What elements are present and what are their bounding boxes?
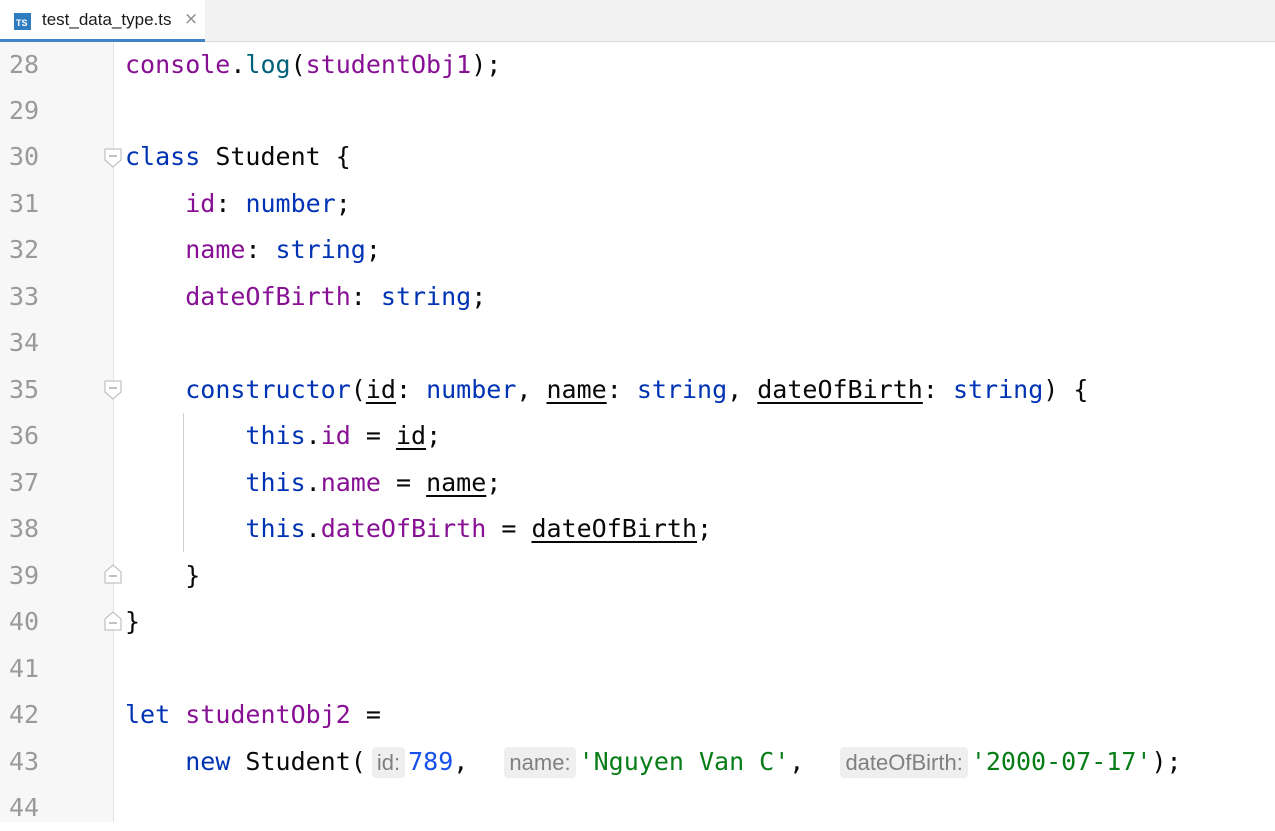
- code-line-38: this.dateOfBirth = dateOfBirth;: [245, 514, 713, 543]
- parameter-hint-name: name:: [504, 747, 576, 778]
- line-number: 43: [9, 747, 40, 776]
- fold-expanded-icon[interactable]: [104, 148, 122, 168]
- close-icon[interactable]: ×: [184, 9, 198, 29]
- code-line-36: this.id = id;: [245, 421, 442, 450]
- fold-expanded-icon[interactable]: [104, 380, 122, 400]
- line-number: 34: [9, 328, 40, 357]
- line-number: 38: [9, 514, 40, 543]
- code-line-37: this.name = name;: [245, 468, 502, 497]
- code-line-40: }: [125, 607, 141, 636]
- line-number: 30: [9, 142, 40, 171]
- line-number: 41: [9, 654, 40, 683]
- line-number: 37: [9, 468, 40, 497]
- line-number: 44: [9, 793, 40, 822]
- tab-test-data-type[interactable]: TS test_data_type.ts ×: [0, 0, 205, 42]
- code-line-31: id: number;: [185, 189, 351, 218]
- code-line-43: new Student(id: 789, name: 'Nguyen Van C',…: [185, 747, 1182, 778]
- line-number: 32: [9, 235, 40, 264]
- line-number: 29: [9, 96, 40, 125]
- code-line-30: class Student {: [125, 142, 351, 171]
- editor-tab-bar: TS test_data_type.ts ×: [0, 0, 1275, 42]
- line-number: 42: [9, 700, 40, 729]
- typescript-file-icon: TS: [14, 13, 31, 30]
- line-number: 35: [9, 375, 40, 404]
- line-number: 33: [9, 282, 40, 311]
- code-line-32: name: string;: [185, 235, 381, 264]
- code-line-28: console.log(studentObj1);: [125, 50, 502, 79]
- fold-end-icon[interactable]: [104, 564, 122, 584]
- tab-title: test_data_type.ts: [42, 10, 172, 29]
- code-line-42: let studentObj2 =: [125, 700, 381, 729]
- code-line-35: constructor(id: number, name: string, da…: [185, 375, 1089, 404]
- parameter-hint-date-of-birth: dateOfBirth:: [840, 747, 968, 778]
- line-number: 39: [9, 561, 40, 590]
- line-number: 40: [9, 607, 40, 636]
- fold-end-icon[interactable]: [104, 611, 122, 631]
- line-number: 28: [9, 50, 40, 79]
- line-number: 36: [9, 421, 40, 450]
- code-line-39: }: [125, 561, 201, 590]
- parameter-hint-id: id:: [371, 747, 406, 778]
- line-number: 31: [9, 189, 40, 218]
- code-line-33: dateOfBirth: string;: [185, 282, 487, 311]
- line-number-gutter: 28 29 30 31 32 33 34 35 36 37 38 39 40 4…: [0, 42, 114, 822]
